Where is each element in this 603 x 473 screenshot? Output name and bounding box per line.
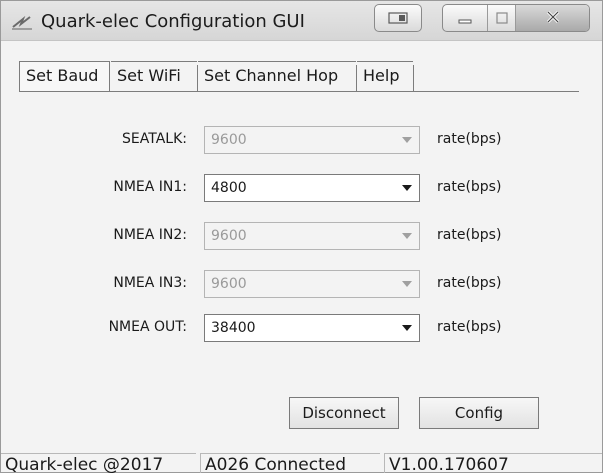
nmea-in1-unit: rate(bps) (437, 179, 502, 195)
tab-label: Set Channel Hop (204, 66, 339, 85)
nmea-in3-label: NMEA IN3: (113, 275, 187, 291)
app-window: Quark-elec Configuration GUI Set Baud Se… (0, 0, 603, 473)
caption-buttons (442, 4, 590, 32)
tab-label: Set WiFi (117, 66, 181, 85)
nmea-in2-unit: rate(bps) (437, 227, 502, 243)
title-bar[interactable]: Quark-elec Configuration GUI (1, 1, 602, 41)
maximize-icon (496, 9, 508, 28)
status-copyright: Quark-elec @2017 (1, 453, 196, 473)
nmea-in1-label: NMEA IN1: (113, 179, 187, 195)
seatalk-baud-value: 9600 (211, 132, 247, 148)
close-icon (545, 9, 561, 28)
minimize-icon (458, 9, 472, 28)
window-title: Quark-elec Configuration GUI (41, 11, 305, 32)
nmea-in3-baud-value: 9600 (211, 276, 247, 292)
nmea-in2-baud-value: 9600 (211, 228, 247, 244)
status-connection: A026 Connected (200, 453, 380, 473)
tab-help[interactable]: Help (357, 61, 413, 91)
tab-label: Help (363, 66, 400, 85)
nmea-in2-label: NMEA IN2: (113, 227, 187, 243)
nmea-in2-baud-select[interactable]: 9600 (204, 222, 420, 250)
config-button[interactable]: Config (419, 397, 539, 429)
nmea-out-baud-value: 38400 (211, 320, 256, 336)
minimize-button[interactable] (443, 5, 489, 31)
chevron-down-icon (397, 129, 417, 151)
window-extra-button[interactable] (374, 4, 422, 32)
seatalk-baud-select[interactable]: 9600 (204, 126, 420, 154)
nmea-out-label: NMEA OUT: (108, 319, 187, 335)
seatalk-unit: rate(bps) (437, 131, 502, 147)
chevron-down-icon (397, 317, 417, 339)
nmea-in1-baud-select[interactable]: 4800 (204, 174, 420, 202)
tab-set-wifi[interactable]: Set WiFi (111, 61, 197, 91)
seatalk-label: SEATALK: (122, 131, 187, 147)
tab-set-baud[interactable]: Set Baud (19, 61, 110, 92)
tab-label: Set Baud (26, 66, 99, 85)
disconnect-button[interactable]: Disconnect (289, 397, 399, 429)
nmea-in3-unit: rate(bps) (437, 275, 502, 291)
app-icon (11, 13, 33, 31)
window-extra-icon (388, 9, 408, 28)
nmea-in1-baud-value: 4800 (211, 180, 247, 196)
chevron-down-icon (397, 225, 417, 247)
tab-divider (413, 65, 414, 91)
nmea-out-unit: rate(bps) (437, 319, 502, 335)
status-bar: Quark-elec @2017 A026 Connected V1.00.17… (1, 453, 602, 473)
chevron-down-icon (397, 177, 417, 199)
close-button[interactable] (516, 5, 589, 31)
chevron-down-icon (397, 273, 417, 295)
status-version: V1.00.170607 (384, 453, 602, 473)
maximize-button[interactable] (488, 5, 517, 31)
nmea-in3-baud-select[interactable]: 9600 (204, 270, 420, 298)
nmea-out-baud-select[interactable]: 38400 (204, 314, 420, 342)
tab-set-channel-hop[interactable]: Set Channel Hop (198, 61, 356, 91)
